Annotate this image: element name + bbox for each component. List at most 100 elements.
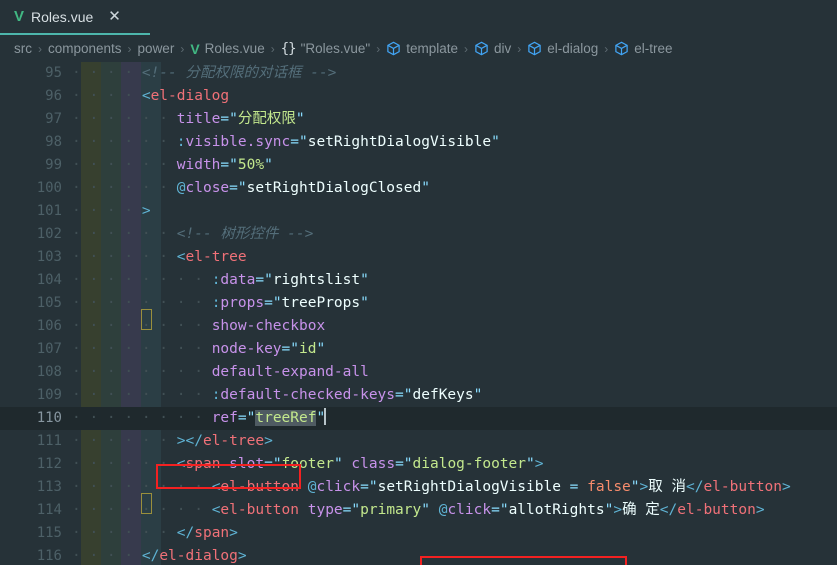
breadcrumb-item-div[interactable]: div bbox=[474, 41, 511, 56]
code-line[interactable]: 115 · · · · · · </span> bbox=[0, 522, 837, 545]
code-token: 50% bbox=[237, 157, 265, 173]
code-token: </ bbox=[176, 525, 195, 541]
code-line[interactable]: 103 · · · · · · <el-tree bbox=[0, 246, 837, 269]
breadcrumb-separator: › bbox=[180, 41, 185, 56]
code-token: </ bbox=[141, 548, 160, 564]
line-number: 107 bbox=[36, 341, 62, 357]
code-token: close bbox=[185, 180, 230, 196]
indent-dots: · · · · · · · · bbox=[72, 272, 212, 288]
code-line[interactable]: 106 · · · · · · · · show-checkbox bbox=[0, 315, 837, 338]
line-content: · · · · · · ></el-tree> bbox=[72, 430, 837, 453]
code-token: " bbox=[264, 157, 273, 173]
breadcrumb-separator: › bbox=[604, 41, 609, 56]
line-number: 106 bbox=[36, 318, 62, 334]
indent-dots: · · · · · · bbox=[72, 433, 177, 449]
code-token: setRightDialogVisible bbox=[377, 479, 570, 495]
indent-dots: · · · · bbox=[72, 65, 142, 81]
code-token: primary bbox=[360, 502, 422, 518]
breadcrumb-item-src[interactable]: src bbox=[14, 41, 32, 56]
line-number: 97 bbox=[45, 111, 62, 127]
breadcrumb-item-el-tree[interactable]: el-tree bbox=[614, 41, 673, 56]
code-token: node-key bbox=[211, 341, 282, 357]
code-token: > bbox=[755, 502, 765, 518]
text-cursor bbox=[324, 408, 327, 425]
cube-icon bbox=[527, 41, 542, 56]
breadcrumb-item-power[interactable]: power bbox=[138, 41, 175, 56]
line-number: 110 bbox=[36, 410, 62, 426]
breadcrumb-item-el-dialog[interactable]: el-dialog bbox=[527, 41, 598, 56]
code-line[interactable]: 107 · · · · · · · · node-key="id" bbox=[0, 338, 837, 361]
code-line[interactable]: 95 · · · · <!-- 分配权限的对话框 --> bbox=[0, 62, 837, 85]
indent-dots: · · · · · · bbox=[72, 226, 177, 242]
code-line[interactable]: 116 · · · · </el-dialog> bbox=[0, 545, 837, 565]
breadcrumb-label: src bbox=[14, 41, 32, 56]
code-line[interactable]: 97 · · · · · · title="分配权限" bbox=[0, 108, 837, 131]
line-content: · · · · · · :visible.sync="setRightDialo… bbox=[72, 131, 837, 154]
code-token: 取 消 bbox=[648, 479, 686, 495]
code-token: footer bbox=[281, 456, 334, 472]
line-number: 104 bbox=[36, 272, 62, 288]
code-token: rightslist bbox=[272, 272, 361, 288]
code-token: show-checkbox bbox=[211, 318, 326, 334]
line-content: · · · · · · <span slot="footer" class="d… bbox=[72, 453, 837, 476]
code-token: = bbox=[220, 111, 230, 127]
indent-dots: · · · · · · bbox=[72, 249, 177, 265]
code-token: = bbox=[220, 157, 230, 173]
breadcrumb-separator: › bbox=[270, 41, 275, 56]
code-line[interactable]: 113 · · · · · · · · <el-button @click="se… bbox=[0, 476, 837, 499]
breadcrumb-label: template bbox=[406, 41, 458, 56]
code-line[interactable]: 101 · · · · > bbox=[0, 200, 837, 223]
code-line[interactable]: 110 · · · · · · · · ref="treeRef" bbox=[0, 407, 837, 430]
tab-roles-vue[interactable]: V Roles.vue ✕ bbox=[0, 0, 150, 35]
code-editor[interactable]: 95 · · · · <!-- 分配权限的对话框 --> 96 · · · · <el… bbox=[0, 62, 837, 565]
cube-icon bbox=[386, 41, 401, 56]
indent-dots: · · · · bbox=[72, 203, 142, 219]
code-token: dialog-footer bbox=[412, 456, 527, 472]
line-content: · · · · · · </span> bbox=[72, 522, 837, 545]
code-token: el-button bbox=[220, 479, 299, 495]
breadcrumb-item-rolesvue[interactable]: {} "Roles.vue" bbox=[281, 41, 370, 57]
indent-dots: · · · · · · bbox=[72, 180, 177, 196]
indent-dots: · · · · · · bbox=[72, 525, 177, 541]
breadcrumb: src › components › power › V Roles.vue › {} "Roles… bbox=[0, 35, 837, 62]
code-line[interactable]: 109 · · · · · · · · :default-checked-keys… bbox=[0, 384, 837, 407]
code-token: > bbox=[237, 548, 247, 564]
code-token: type bbox=[307, 502, 343, 518]
close-icon[interactable]: ✕ bbox=[108, 9, 121, 24]
code-token: = bbox=[360, 479, 369, 495]
code-token: = bbox=[237, 410, 247, 426]
code-line[interactable]: 100 · · · · · · @close="setRightDialogClo… bbox=[0, 177, 837, 200]
code-line[interactable]: 105 · · · · · · · · :props="treeProps" bbox=[0, 292, 837, 315]
line-number: 113 bbox=[36, 479, 62, 495]
code-token: width bbox=[176, 157, 221, 173]
code-line[interactable]: 99 · · · · · · width="50%" bbox=[0, 154, 837, 177]
code-line[interactable]: 112 · · · · · · <span slot="footer" class… bbox=[0, 453, 837, 476]
breadcrumb-item-template[interactable]: template bbox=[386, 41, 458, 56]
line-content: · · · · · · · · :data="rightslist" bbox=[72, 269, 837, 292]
code-line[interactable]: 114 · · · · · · · · <el-button type="prim… bbox=[0, 499, 837, 522]
indent-dots: · · · · · · · · bbox=[72, 295, 212, 311]
line-content: · · · · · · · · :default-checked-keys="d… bbox=[72, 384, 837, 407]
line-number: 102 bbox=[36, 226, 62, 242]
breadcrumb-item-components[interactable]: components bbox=[48, 41, 122, 56]
code-line[interactable]: 111 · · · · · · ></el-tree> bbox=[0, 430, 837, 453]
code-token: el-dialog bbox=[159, 548, 238, 564]
code-token: </ bbox=[685, 479, 704, 495]
breadcrumb-label: div bbox=[493, 41, 512, 56]
code-token: " bbox=[421, 180, 430, 196]
indent-dots: · · · · · · · · bbox=[72, 341, 212, 357]
code-line[interactable]: 98 · · · · · · :visible.sync="setRightDia… bbox=[0, 131, 837, 154]
line-content: · · · · · · @close="setRightDialogClosed… bbox=[72, 177, 837, 200]
code-token: = bbox=[395, 387, 404, 403]
breadcrumb-item-rolesvue[interactable]: V Roles.vue bbox=[190, 41, 264, 56]
code-line[interactable]: 104 · · · · · · · · :data="rightslist" bbox=[0, 269, 837, 292]
code-token: " bbox=[264, 272, 273, 288]
line-number: 100 bbox=[36, 180, 62, 196]
code-token: " bbox=[360, 295, 369, 311]
line-number: 116 bbox=[36, 548, 62, 564]
code-line[interactable]: 102 · · · · · · <!-- 树形控件 --> bbox=[0, 223, 837, 246]
line-content: · · · · · · · · ref="treeRef" bbox=[72, 407, 837, 430]
code-line[interactable]: 96 · · · · <el-dialog bbox=[0, 85, 837, 108]
code-line[interactable]: 108 · · · · · · · · default-expand-all bbox=[0, 361, 837, 384]
